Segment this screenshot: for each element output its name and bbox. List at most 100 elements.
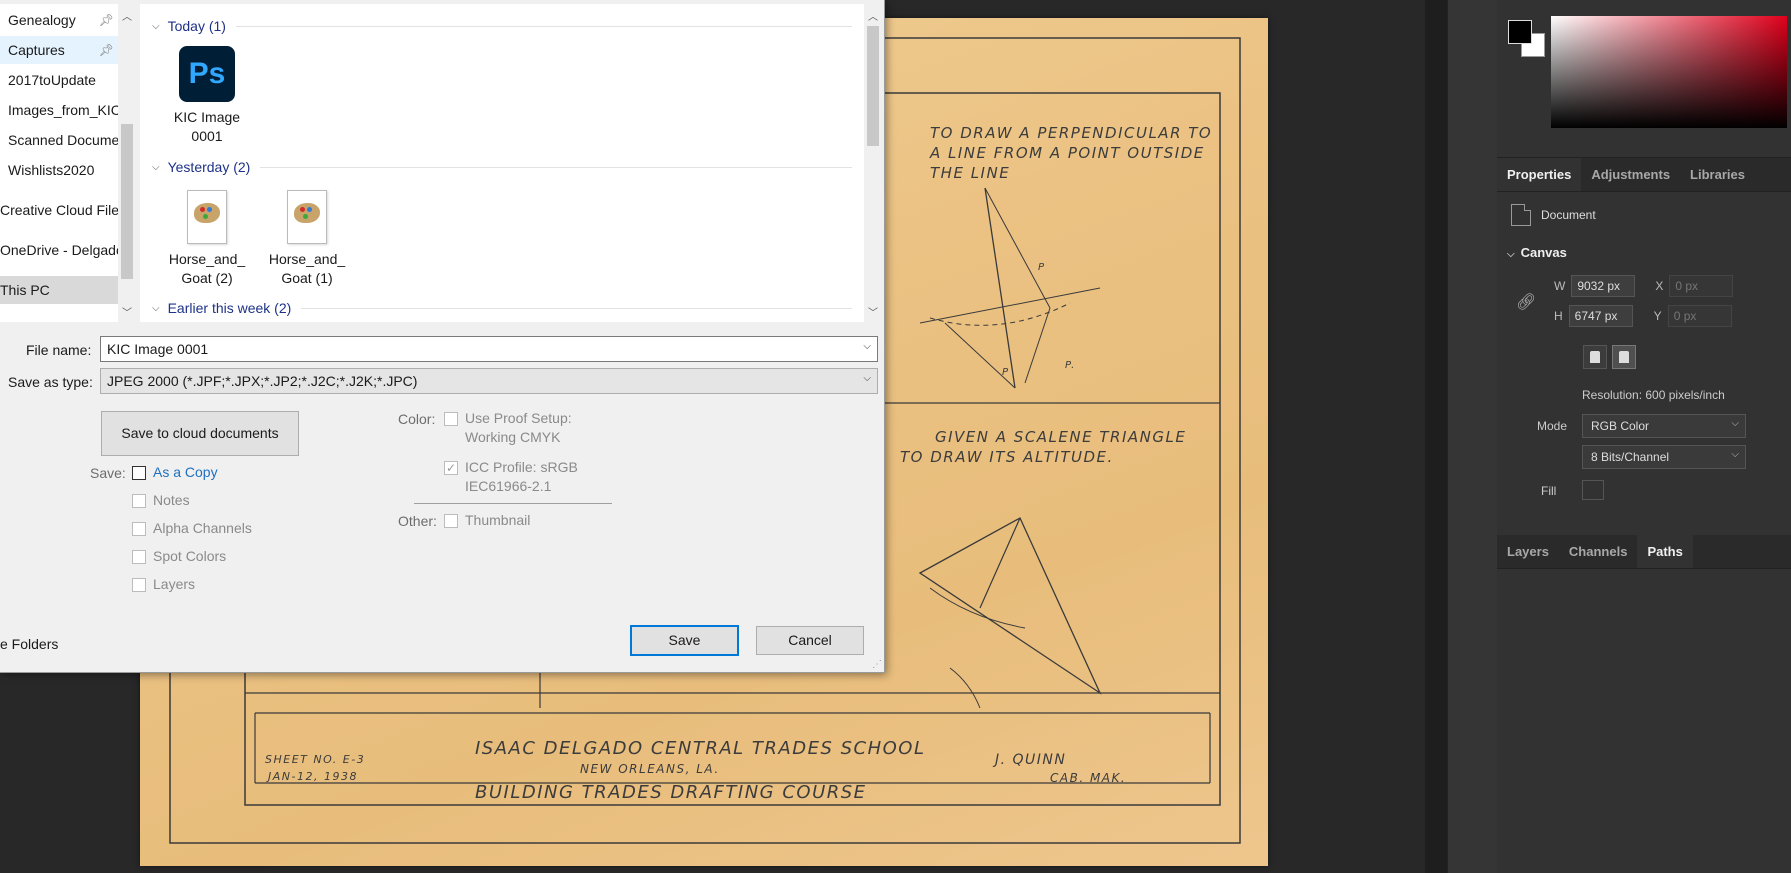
width-input[interactable] [1571, 275, 1636, 297]
file-item-kic-image-0001[interactable]: Ps KIC Image 0001 [162, 46, 252, 146]
scroll-up-icon[interactable]: ︿ [122, 8, 132, 23]
nav-item-images-from-kic[interactable]: Images_from_KIC [0, 96, 118, 124]
document-icon [1511, 204, 1531, 226]
color-mode-select[interactable]: RGB Color ⌵ [1582, 414, 1746, 438]
paint-file-icon [287, 190, 327, 244]
drawing-subtitle-line-2: TO DRAW ITS ALTITUDE. [900, 448, 1114, 466]
file-name-label: File name: [26, 342, 92, 358]
group-divider [301, 307, 852, 309]
as-a-copy-option[interactable]: As a Copy [132, 463, 218, 482]
group-header-yesterday[interactable]: ⌵ Yesterday (2) [152, 159, 852, 175]
file-name-line: Goat (1) [281, 270, 333, 286]
portrait-orientation-button[interactable] [1583, 345, 1607, 369]
nav-item-label: This PC [0, 282, 50, 298]
group-header-earlier-this-week[interactable]: ⌵ Earlier this week (2) [152, 300, 852, 316]
school-city: NEW ORLEANS, LA. [580, 762, 720, 776]
file-name-line: Horse_and_ [268, 251, 346, 267]
resize-grip-icon[interactable]: ⋰ [872, 659, 882, 670]
file-name-line: Horse_and_ [168, 251, 246, 267]
use-proof-setup-checkbox [444, 412, 458, 426]
link-icon[interactable]: 🔗︎ [1516, 292, 1536, 312]
group-label: Earlier this week (2) [167, 300, 292, 316]
file-name-input[interactable]: KIC Image 0001 ⌵ [100, 336, 878, 362]
y-input [1667, 305, 1732, 327]
nav-item-label: Scanned Documents [8, 132, 118, 148]
icc-profile-option: ICC Profile: sRGB IEC61966-2.1 [444, 458, 578, 496]
canvas-label: Canvas [1520, 245, 1567, 260]
x-label: X [1655, 279, 1664, 293]
file-item-horse-and-goat-1[interactable]: Horse_and_ Goat (1) [262, 190, 352, 288]
tab-adjustments[interactable]: Adjustments [1581, 158, 1680, 191]
save-type-value: JPEG 2000 (*.JPF;*.JPX;*.JP2;*.J2C;*.J2K… [107, 373, 418, 389]
navigation-scrollbar[interactable]: ︿ ﹀ [118, 4, 136, 322]
file-name-value: KIC Image 0001 [107, 341, 209, 357]
scrollbar-thumb[interactable] [867, 26, 879, 146]
height-input[interactable] [1568, 305, 1633, 327]
cancel-button[interactable]: Cancel [756, 626, 864, 655]
paint-file-icon [187, 190, 227, 244]
photoshop-icon: Ps [179, 46, 235, 102]
nav-item-wishlists2020[interactable]: Wishlists2020 [0, 156, 118, 184]
fill-swatch[interactable] [1582, 480, 1604, 500]
properties-dock: Properties Adjustments Libraries Documen… [1497, 0, 1791, 873]
author-name: J. QUINN [992, 752, 1066, 768]
drawing-subtitle-line-1: GIVEN A SCALENE TRIANGLE [935, 428, 1186, 446]
tab-libraries[interactable]: Libraries [1680, 158, 1755, 191]
tab-layers[interactable]: Layers [1497, 535, 1559, 568]
scrollbar-thumb[interactable] [121, 124, 133, 279]
color-picker-panel [1497, 0, 1791, 158]
label-p-left: P [1002, 367, 1010, 378]
color-options-label: Color: [398, 411, 436, 427]
drawing-title-line-2: A LINE FROM A POINT OUTSIDE [929, 144, 1205, 162]
landscape-orientation-button[interactable] [1612, 345, 1636, 369]
save-to-cloud-button[interactable]: Save to cloud documents [101, 411, 299, 456]
width-row: W X [1554, 275, 1734, 297]
nav-item-genealogy[interactable]: Genealogy 📌︎ [0, 6, 118, 34]
chevron-down-icon[interactable]: ⌵ [863, 341, 871, 352]
canvas-section-header[interactable]: ⌵ Canvas [1507, 245, 1567, 260]
scroll-down-icon[interactable]: ﹀ [122, 304, 132, 319]
file-list-scrollbar[interactable]: ︿ ﹀ [864, 4, 882, 322]
use-proof-setup-sub: Working CMYK [465, 429, 561, 445]
portrait-icon [1590, 351, 1600, 363]
save-type-select[interactable]: JPEG 2000 (*.JPF;*.JPX;*.JP2;*.J2C;*.J2K… [100, 368, 878, 394]
nav-item-label: OneDrive - Delgado [0, 242, 118, 258]
nav-item-2017toupdate[interactable]: 2017toUpdate [0, 66, 118, 94]
thumbnail-label: Thumbnail [465, 512, 531, 528]
file-item-horse-and-goat-2[interactable]: Horse_and_ Goat (2) [162, 190, 252, 288]
nav-item-scanned-documents[interactable]: Scanned Documents [0, 126, 118, 154]
nav-item-onedrive[interactable]: OneDrive - Delgado [0, 236, 118, 264]
thumbnail-checkbox [444, 514, 458, 528]
as-a-copy-checkbox[interactable] [132, 466, 146, 480]
x-input [1669, 275, 1734, 297]
file-name-line: KIC Image [173, 109, 241, 125]
save-button[interactable]: Save [630, 625, 739, 656]
hide-folders-toggle[interactable]: e Folders [0, 636, 58, 652]
file-list: ⌵ Today (1) Ps KIC Image 0001 ⌵ Yesterday … [140, 4, 864, 322]
nav-item-captures[interactable]: Captures 📌︎ [0, 36, 118, 64]
group-header-today[interactable]: ⌵ Today (1) [152, 18, 852, 34]
nav-item-creative-cloud-files[interactable]: Creative Cloud Files [0, 196, 118, 224]
file-name-line: 0001 [191, 128, 223, 144]
tab-channels[interactable]: Channels [1559, 535, 1638, 568]
thumbnail-option: Thumbnail [444, 511, 530, 530]
layers-label: Layers [153, 576, 196, 592]
group-divider [235, 25, 852, 27]
alpha-channels-label: Alpha Channels [153, 520, 252, 536]
scroll-up-icon[interactable]: ︿ [868, 8, 878, 23]
foreground-color-swatch[interactable] [1508, 20, 1532, 44]
color-field[interactable] [1551, 16, 1787, 128]
tab-properties[interactable]: Properties [1497, 158, 1582, 191]
pin-icon: 📌︎ [98, 13, 114, 27]
width-label: W [1554, 279, 1566, 293]
notes-option: Notes [132, 491, 190, 510]
navigation-pane: Genealogy 📌︎ Captures 📌︎ 2017toUpdate Imag… [0, 4, 118, 322]
alpha-channels-option: Alpha Channels [132, 519, 252, 538]
save-type-label: Save as type: [8, 374, 93, 390]
nav-item-this-pc[interactable]: This PC [0, 276, 118, 304]
bit-depth-select[interactable]: 8 Bits/Channel ⌵ [1582, 445, 1746, 469]
pin-icon: 📌︎ [98, 43, 114, 57]
document-label: Document [1541, 208, 1596, 222]
scroll-down-icon[interactable]: ﹀ [868, 304, 878, 319]
tab-paths[interactable]: Paths [1637, 535, 1693, 568]
